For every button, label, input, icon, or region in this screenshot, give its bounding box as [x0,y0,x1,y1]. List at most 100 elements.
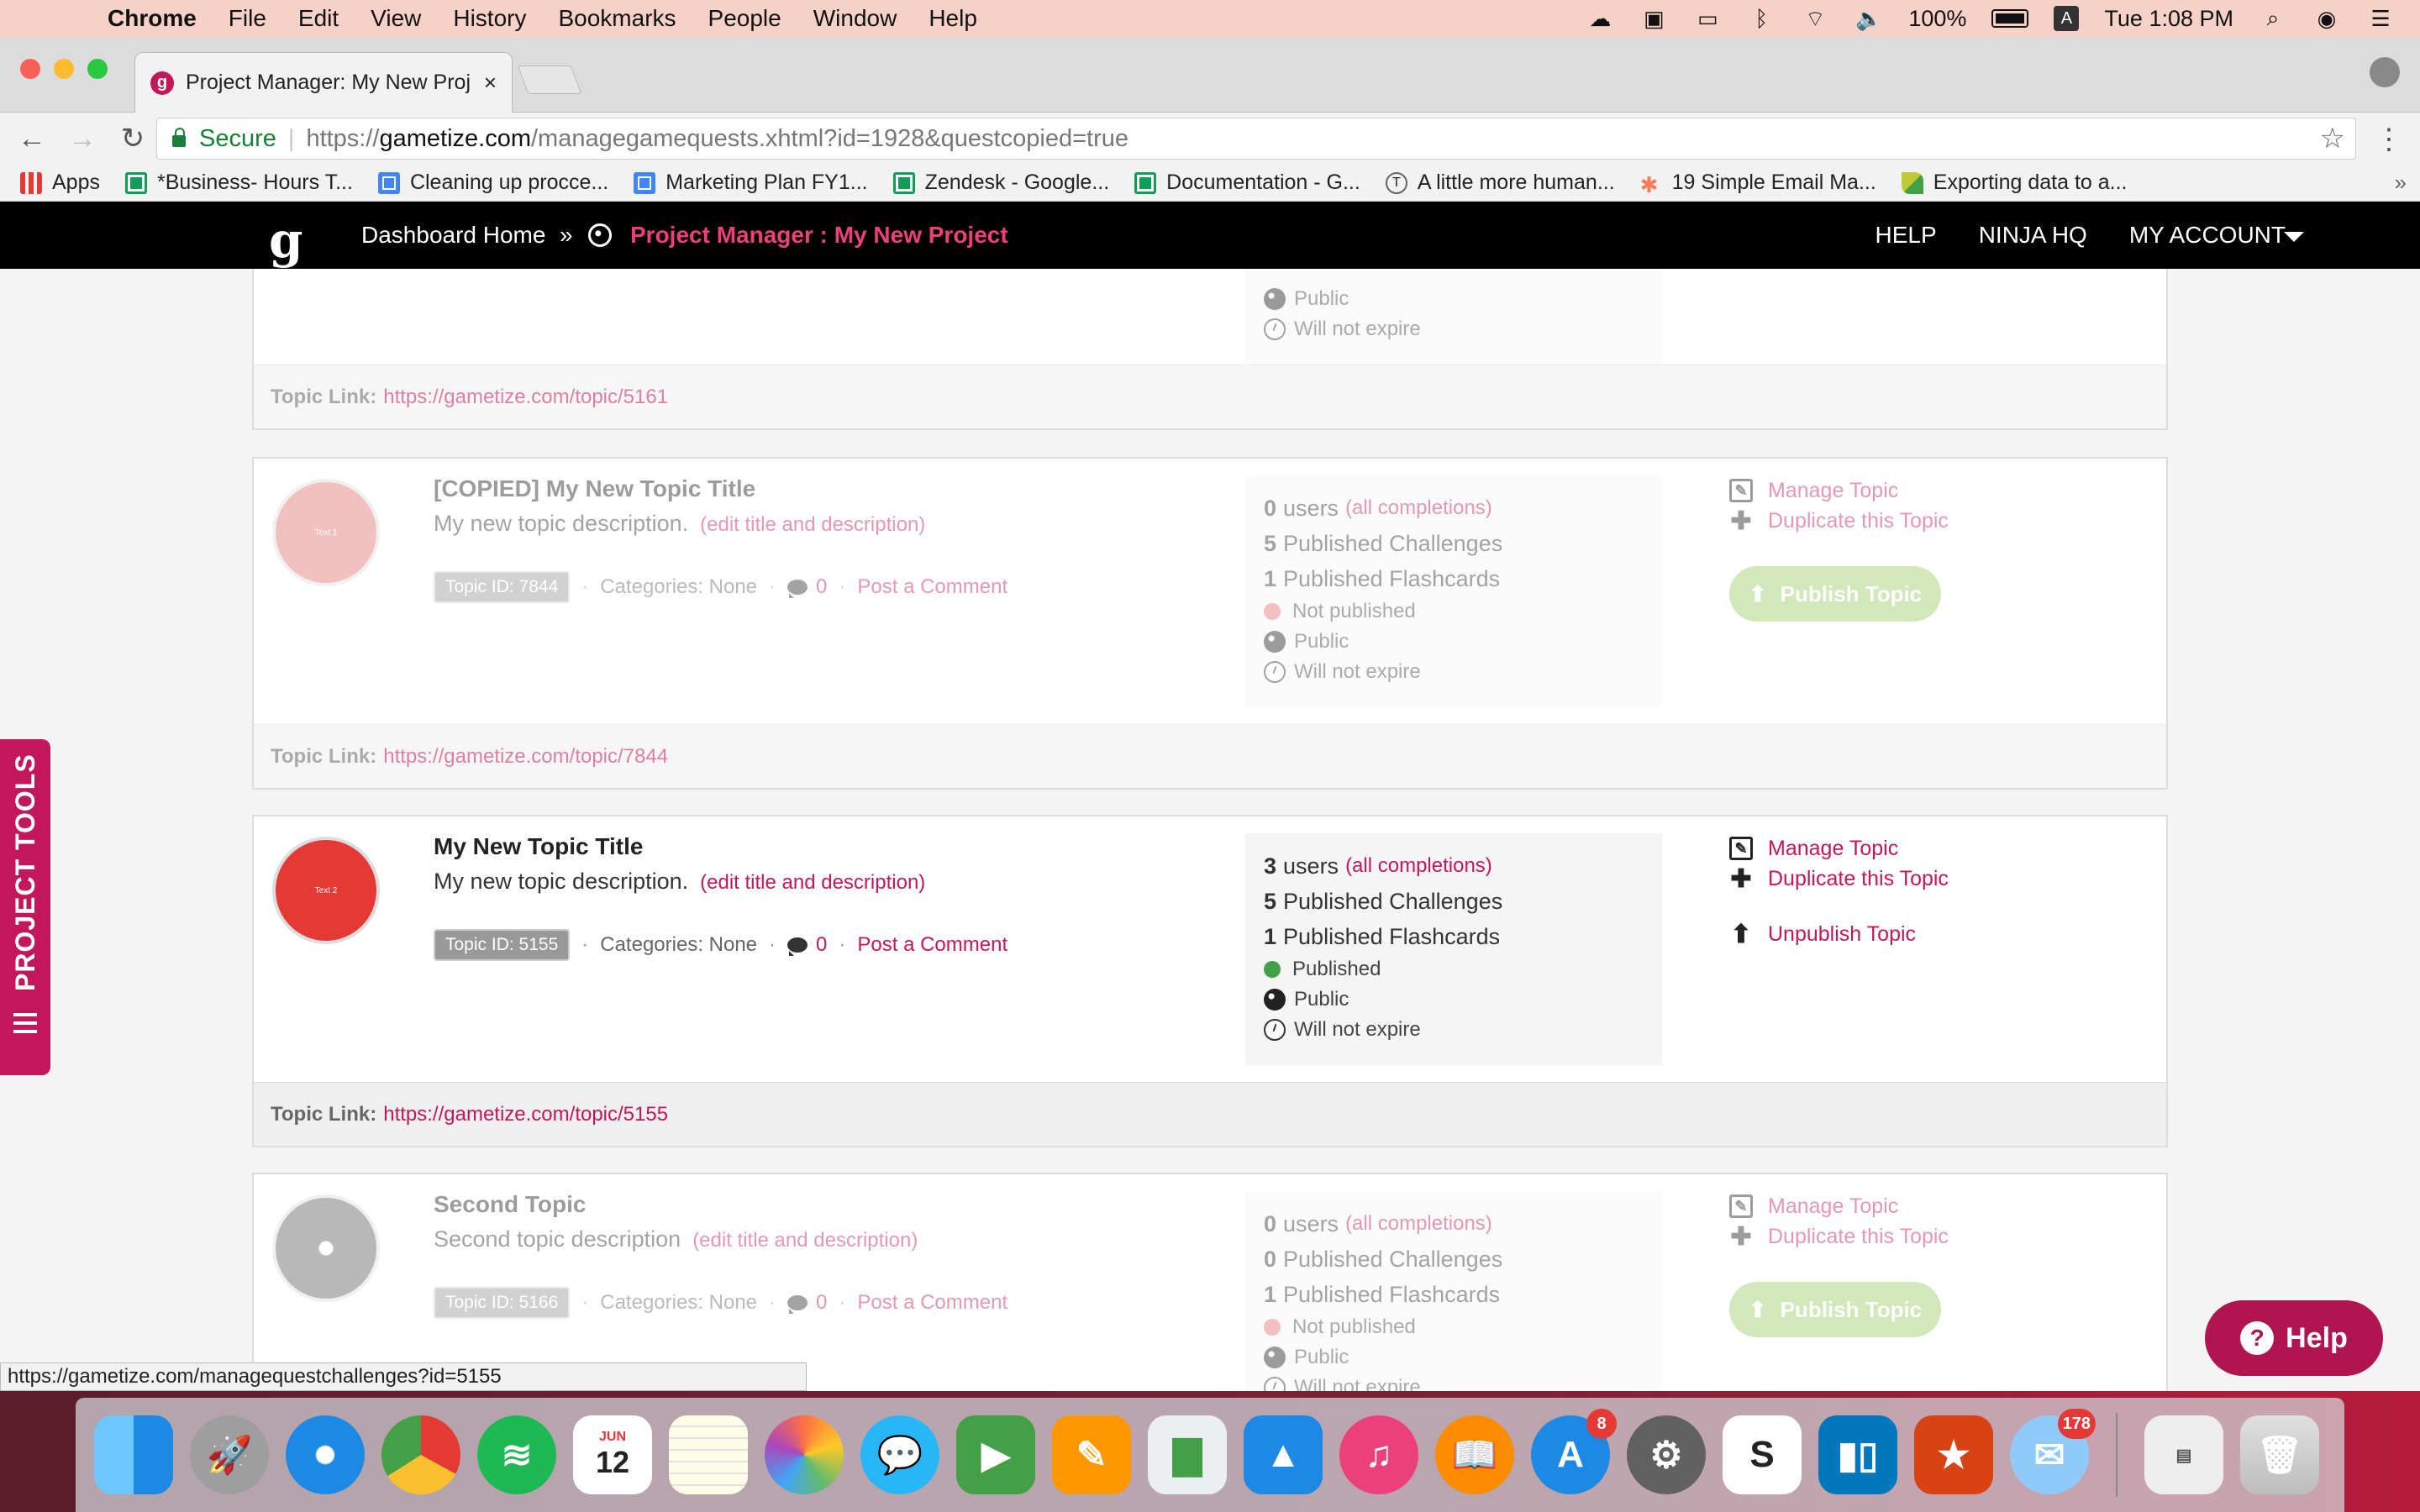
spotlight-search-icon[interactable]: ⌕ [2259,5,2287,30]
notes-icon[interactable] [669,1415,748,1494]
itunes-icon[interactable]: ♫ [1339,1415,1418,1494]
all-completions-link[interactable]: (all completions) [1345,1212,1492,1236]
menu-window[interactable]: Window [813,5,897,32]
duplicate-topic-link[interactable]: ✚ Duplicate this Topic [1729,1221,1949,1252]
bookmark-documentation[interactable]: Documentation - G... [1134,171,1360,195]
menu-history[interactable]: History [453,5,526,32]
back-icon[interactable]: ← [7,123,57,155]
bookmark-marketing-plan[interactable]: Marketing Plan FY1... [634,171,868,195]
duplicate-topic-link[interactable]: ✚ Duplicate this Topic [1729,864,1949,894]
edit-title-link[interactable]: (edit title and description) [700,871,925,894]
user-input-icon[interactable]: A [2054,6,2080,31]
edit-title-link[interactable]: (edit title and description) [692,1229,918,1252]
all-completions-link[interactable]: (all completions) [1345,496,1492,520]
forward-icon[interactable]: → [57,123,108,155]
files-stack-icon[interactable]: ▤ [2144,1415,2223,1494]
topic-image[interactable]: Text 2 [272,837,380,944]
system-preferences-icon[interactable]: ⚙ [1627,1415,1706,1494]
launchpad-icon[interactable]: 🚀 [190,1415,269,1494]
facetime-icon[interactable]: ▶ [956,1415,1035,1494]
trello-icon[interactable]: ▮▯ [1818,1415,1897,1494]
topic-link[interactable]: https://gametize.com/topic/5161 [383,386,668,409]
slack-icon[interactable]: S [1723,1415,1802,1494]
active-tab[interactable]: g Project Manager: My New Proj × [134,52,513,113]
comment-count[interactable]: 0 [816,933,827,957]
menu-app[interactable]: Chrome [108,5,197,32]
bookmark-email-marketing[interactable]: ✱ 19 Simple Email Ma... [1640,171,1876,197]
bookmark-business-hours[interactable]: *Business- Hours T... [124,171,353,195]
app-store-icon[interactable]: A8 [1531,1409,1617,1494]
topic-link[interactable]: https://gametize.com/topic/7844 [383,745,668,769]
bookmark-apps[interactable]: Apps [20,171,100,195]
unpublish-topic-link[interactable]: ⬆ Unpublish Topic [1729,919,1949,949]
calendar-icon[interactable]: JUN 12 [573,1415,652,1494]
gametize-logo-icon[interactable]: g [269,212,303,269]
publish-topic-button[interactable]: ⬆ Publish Topic [1729,1282,1941,1337]
post-comment-link[interactable]: Post a Comment [857,575,1007,599]
bookmark-exporting-data[interactable]: Exporting data to a... [1901,171,2128,195]
messages-icon[interactable]: 💬 [860,1415,939,1494]
topic-image[interactable] [272,1194,380,1302]
publish-topic-button[interactable]: ⬆ Publish Topic [1729,566,1941,622]
airmail-icon[interactable]: ✉ 178 [2010,1409,2096,1494]
menubar-clock[interactable]: Tue 1:08 PM [2104,6,2233,32]
all-completions-link[interactable]: (all completions) [1345,854,1492,878]
topic-image[interactable]: Text 1 [272,479,380,586]
duplicate-topic-link[interactable]: ✚ Duplicate this Topic [1729,506,1949,536]
nav-help[interactable]: HELP [1876,222,1937,249]
menu-help[interactable]: Help [929,5,977,32]
wunderlist-icon[interactable]: ★ [1914,1415,1993,1494]
wifi-icon[interactable]: ⌔ [1801,6,1829,31]
bookmark-app-icon[interactable]: ▣ [1639,6,1668,31]
close-tab-icon[interactable]: × [484,70,497,96]
airplay-icon[interactable]: ▭ [1693,6,1722,31]
nav-my-account[interactable]: MY ACCOUNT [2129,222,2286,249]
menu-edit[interactable]: Edit [298,5,339,32]
trash-icon[interactable]: 🗑 [2240,1415,2319,1494]
menu-view[interactable]: View [371,5,421,32]
safari-icon[interactable] [286,1415,365,1494]
breadcrumb-dashboard-home[interactable]: Dashboard Home [361,222,545,249]
bookmark-star-icon[interactable]: ☆ [2320,122,2345,155]
edit-title-link[interactable]: (edit title and description) [700,513,925,536]
bookmarks-overflow-icon[interactable]: » [2395,170,2407,196]
zoom-window-icon[interactable] [87,59,108,79]
menu-file[interactable]: File [229,5,266,32]
spotify-icon[interactable]: ≋ [477,1415,556,1494]
comment-count[interactable]: 0 [816,575,827,599]
post-comment-link[interactable]: Post a Comment [857,933,1007,957]
post-comment-link[interactable]: Post a Comment [857,1291,1007,1315]
ibooks-icon[interactable]: 📖 [1435,1415,1514,1494]
close-window-icon[interactable] [20,59,40,79]
manage-topic-link[interactable]: ✎ Manage Topic [1729,475,1949,506]
nav-ninja-hq[interactable]: NINJA HQ [1979,222,2087,249]
keynote-icon[interactable]: ▲ [1244,1415,1323,1494]
bookmark-little-more-human[interactable]: TA little more human... [1385,171,1615,195]
chrome-icon[interactable] [381,1415,460,1494]
creative-cloud-icon[interactable]: ☁ [1586,6,1614,31]
topic-link[interactable]: https://gametize.com/topic/5155 [383,1103,668,1126]
bluetooth-icon[interactable]: ᛒ [1747,6,1776,31]
numbers-icon[interactable]: ▇ [1148,1415,1227,1494]
bookmark-cleaning-up[interactable]: Cleaning up procce... [377,171,608,195]
finder-icon[interactable] [94,1415,173,1494]
menu-people[interactable]: People [708,5,781,32]
manage-topic-link[interactable]: ✎ Manage Topic [1729,833,1949,864]
volume-icon[interactable]: 🔈 [1854,6,1883,31]
bookmark-zendesk[interactable]: Zendesk - Google... [892,171,1109,195]
chrome-menu-icon[interactable]: ⋮ [2375,123,2403,156]
address-bar[interactable]: Secure | https:// gametize.com /managega… [156,118,2356,160]
photos-icon[interactable] [765,1415,844,1494]
manage-topic-link[interactable]: ✎ Manage Topic [1729,1191,1949,1221]
battery-icon[interactable] [1991,9,2029,28]
comment-count[interactable]: 0 [816,1291,827,1315]
minimize-window-icon[interactable] [54,59,74,79]
siri-icon[interactable]: ◉ [2312,6,2341,31]
new-tab-button[interactable] [517,66,582,94]
help-button[interactable]: ? Help [2205,1300,2383,1376]
pages-icon[interactable]: ✎ [1052,1415,1131,1494]
menu-bookmarks[interactable]: Bookmarks [558,5,676,32]
account-dropdown-icon[interactable] [2284,232,2304,242]
profile-icon[interactable] [2370,57,2400,87]
project-tools-tab[interactable]: PROJECT TOOLS [0,739,50,1075]
